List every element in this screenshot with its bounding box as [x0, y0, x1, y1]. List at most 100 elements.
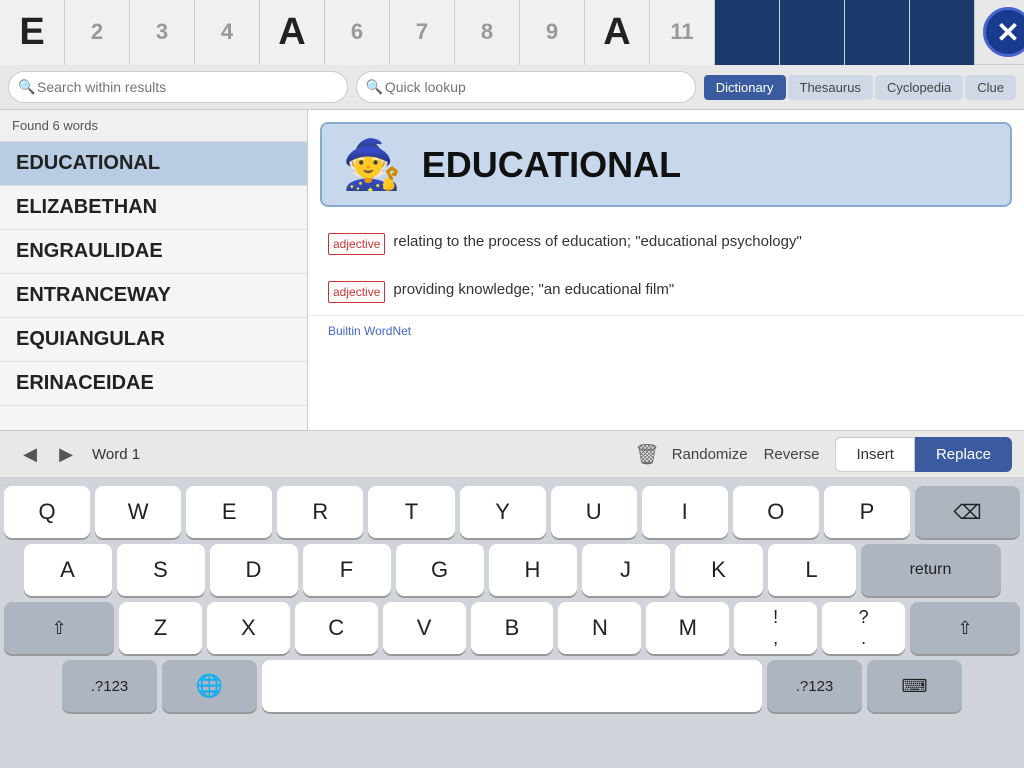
tile-dark3	[845, 0, 910, 65]
tile-8[interactable]: 8	[455, 0, 520, 65]
search-left-icon: 🔍	[18, 79, 35, 96]
search-right-icon: 🔍	[366, 79, 383, 96]
word-item-entranceway[interactable]: ENTRANCEWAY	[0, 274, 307, 318]
next-word-button[interactable]: ▶	[48, 436, 84, 472]
key-K[interactable]: K	[675, 544, 763, 596]
tile-dark1	[715, 0, 780, 65]
key-Z[interactable]: Z	[119, 602, 202, 654]
key-M[interactable]: M	[646, 602, 729, 654]
key-A[interactable]: A	[24, 544, 112, 596]
dict-button-clue[interactable]: Clue	[965, 75, 1016, 100]
dict-tab-group: Dictionary Thesaurus Cyclopedia Clue	[704, 75, 1016, 100]
insert-button[interactable]: Insert	[835, 437, 915, 472]
key-I[interactable]: I	[642, 486, 728, 538]
search-bar: 🔍 🔍 Dictionary Thesaurus Cyclopedia Clue	[0, 65, 1024, 110]
word-item-educational[interactable]: EDUCATIONAL	[0, 142, 307, 186]
word-indicator: Word 1	[92, 446, 140, 463]
tile-2[interactable]: 2	[65, 0, 130, 65]
key-V[interactable]: V	[383, 602, 466, 654]
key-H[interactable]: H	[489, 544, 577, 596]
definition-text-1: relating to the process of education; "e…	[393, 231, 801, 254]
pos-badge-1: adjective	[328, 233, 385, 255]
key-exclaim-comma[interactable]: !,	[734, 602, 817, 654]
key-J[interactable]: J	[582, 544, 670, 596]
main-content: Found 6 words EDUCATIONAL ELIZABETHAN EN…	[0, 110, 1024, 430]
tile-11[interactable]: 11	[650, 0, 715, 65]
top-tile-bar: E 2 3 4 A 6 7 8 9 A 11 ✕	[0, 0, 1024, 65]
key-num-sym-right[interactable]: .?123	[767, 660, 862, 712]
tile-dark4	[910, 0, 975, 65]
prev-word-button[interactable]: ◀	[12, 436, 48, 472]
tile-9[interactable]: 9	[520, 0, 585, 65]
key-U[interactable]: U	[551, 486, 637, 538]
replace-button[interactable]: Replace	[915, 437, 1012, 472]
definition-entry-2: adjective providing knowledge; "an educa…	[308, 267, 1024, 315]
close-button[interactable]: ✕	[983, 7, 1024, 57]
key-shift-left[interactable]: ⇧	[4, 602, 114, 654]
dict-button-dictionary[interactable]: Dictionary	[704, 75, 786, 100]
keyboard-row-4: .?123 🌐 .?123 ⌨	[4, 660, 1020, 712]
search-within-wrap: 🔍	[8, 71, 348, 103]
quick-lookup-input[interactable]	[356, 71, 696, 103]
key-N[interactable]: N	[558, 602, 641, 654]
word-list-panel: Found 6 words EDUCATIONAL ELIZABETHAN EN…	[0, 110, 308, 430]
word-item-equiangular[interactable]: EQUIANGULAR	[0, 318, 307, 362]
search-within-input[interactable]	[8, 71, 348, 103]
tile-E[interactable]: E	[0, 0, 65, 65]
wizard-hat-icon: 🧙	[342, 136, 402, 193]
key-Y[interactable]: Y	[460, 486, 546, 538]
key-E[interactable]: E	[186, 486, 272, 538]
definition-text-2: providing knowledge; "an educational fil…	[393, 279, 674, 302]
tile-6[interactable]: 6	[325, 0, 390, 65]
definition-header: 🧙 EDUCATIONAL	[320, 122, 1012, 207]
tile-4[interactable]: 4	[195, 0, 260, 65]
word-item-elizabethan[interactable]: ELIZABETHAN	[0, 186, 307, 230]
dict-button-cyclopedia[interactable]: Cyclopedia	[875, 75, 963, 100]
definition-entry-1: adjective relating to the process of edu…	[308, 219, 1024, 267]
keyboard-row-1: Q W E R T Y U I O P ⌫	[4, 486, 1020, 538]
word-item-engraulidae[interactable]: ENGRAULIDAE	[0, 230, 307, 274]
key-question-period[interactable]: ?.	[822, 602, 905, 654]
key-shift-right[interactable]: ⇧	[910, 602, 1020, 654]
reverse-button[interactable]: Reverse	[764, 446, 820, 463]
tile-A1[interactable]: A	[260, 0, 325, 65]
key-D[interactable]: D	[210, 544, 298, 596]
tile-A2[interactable]: A	[585, 0, 650, 65]
key-S[interactable]: S	[117, 544, 205, 596]
keyboard: Q W E R T Y U I O P ⌫ A S D F G H J K L …	[0, 478, 1024, 722]
dict-button-thesaurus[interactable]: Thesaurus	[788, 75, 873, 100]
key-L[interactable]: L	[768, 544, 856, 596]
randomize-button[interactable]: Randomize	[672, 446, 748, 463]
key-G[interactable]: G	[396, 544, 484, 596]
found-words-header: Found 6 words	[0, 110, 307, 142]
key-keyboard-dismiss[interactable]: ⌨	[867, 660, 962, 712]
key-W[interactable]: W	[95, 486, 181, 538]
word-item-erinaceidae[interactable]: ERINACEIDAE	[0, 362, 307, 406]
key-globe[interactable]: 🌐	[162, 660, 257, 712]
keyboard-row-3: ⇧ Z X C V B N M !, ?. ⇧	[4, 602, 1020, 654]
key-num-sym-left[interactable]: .?123	[62, 660, 157, 712]
key-backspace[interactable]: ⌫	[915, 486, 1020, 538]
key-return[interactable]: return	[861, 544, 1001, 596]
key-T[interactable]: T	[368, 486, 454, 538]
quick-lookup-wrap: 🔍	[356, 71, 696, 103]
pos-badge-2: adjective	[328, 281, 385, 303]
key-X[interactable]: X	[207, 602, 290, 654]
key-R[interactable]: R	[277, 486, 363, 538]
key-P[interactable]: P	[824, 486, 910, 538]
tile-dark2	[780, 0, 845, 65]
key-C[interactable]: C	[295, 602, 378, 654]
key-F[interactable]: F	[303, 544, 391, 596]
key-space[interactable]	[262, 660, 762, 712]
definition-panel: 🧙 EDUCATIONAL adjective relating to the …	[308, 110, 1024, 430]
tile-7[interactable]: 7	[390, 0, 455, 65]
trash-button[interactable]: 🗑	[634, 442, 659, 467]
builtin-wordnet-ref: Builtin WordNet	[308, 315, 1024, 346]
tile-3[interactable]: 3	[130, 0, 195, 65]
keyboard-row-2: A S D F G H J K L return	[4, 544, 1020, 596]
key-O[interactable]: O	[733, 486, 819, 538]
key-B[interactable]: B	[471, 602, 554, 654]
definition-word-title: EDUCATIONAL	[422, 144, 681, 186]
key-Q[interactable]: Q	[4, 486, 90, 538]
bottom-toolbar: ◀ ▶ Word 1 🗑 Randomize Reverse Insert Re…	[0, 430, 1024, 478]
